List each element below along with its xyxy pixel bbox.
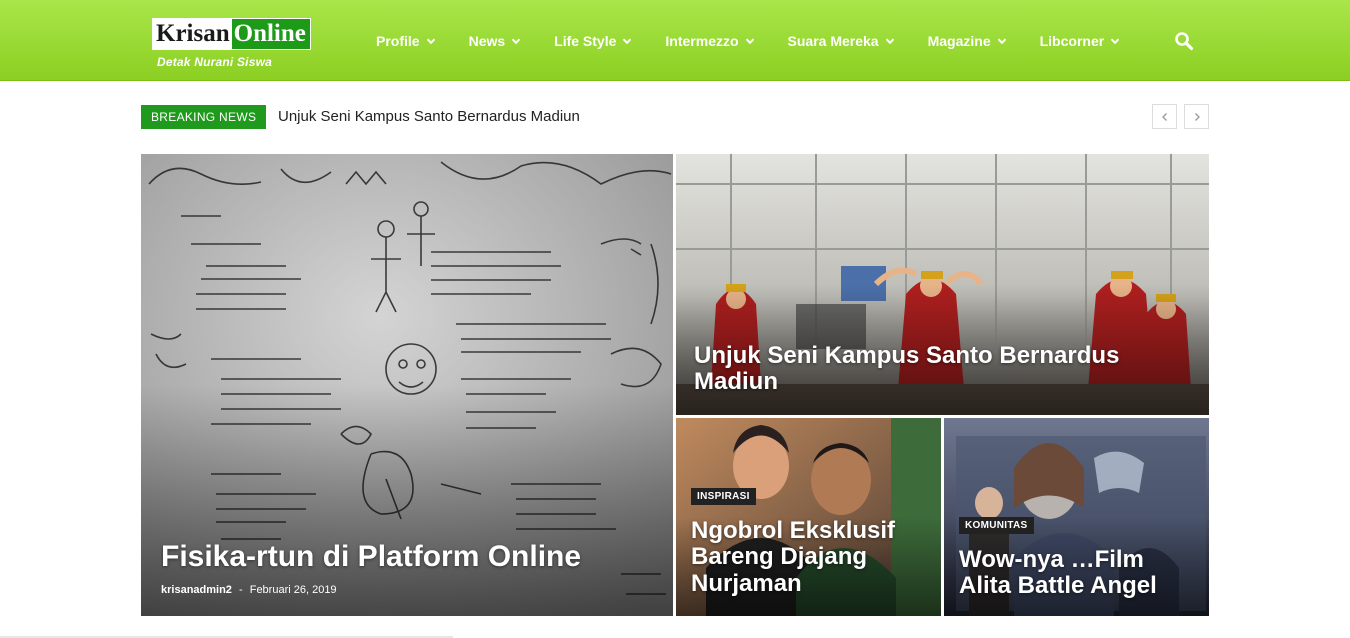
chevron-left-icon — [1161, 112, 1167, 121]
chevron-down-icon — [885, 38, 894, 44]
chevron-down-icon — [1110, 38, 1120, 44]
meta-separator: - — [238, 584, 243, 596]
breaking-news-badge: BREAKING NEWS — [141, 105, 267, 129]
nav-item-life-style[interactable]: Life Style — [554, 33, 632, 49]
chevron-down-icon — [745, 38, 754, 44]
logo-wordmark[interactable]: Krisan Online — [152, 18, 311, 50]
featured-top-right-post[interactable]: Unjuk Seni Kampus Santo Bernardus Madiun — [676, 154, 1209, 415]
nav-label: News — [468, 32, 506, 49]
nav-label: Libcorner — [1039, 32, 1105, 49]
featured-main-meta: krisanadmin2 - Februari 26, 2019 — [161, 584, 337, 596]
chevron-down-icon — [623, 38, 632, 44]
nav-item-suara-mereka[interactable]: Suara Mereka — [788, 33, 895, 49]
chevron-down-icon — [426, 38, 435, 44]
site-logo[interactable]: Krisan Online Detak Nurani Siswa — [152, 18, 311, 69]
category-badge-inspirasi[interactable]: INSPIRASI — [691, 488, 756, 505]
breaking-prev-button[interactable] — [1152, 104, 1177, 129]
nav-label: Suara Mereka — [787, 32, 879, 49]
nav-item-libcorner[interactable]: Libcorner — [1040, 33, 1121, 49]
logo-text-krisan: Krisan — [153, 19, 232, 49]
featured-bottom-left-post[interactable]: INSPIRASI Ngobrol Eksklusif Bareng Djaja… — [676, 418, 941, 616]
featured-bottom-right-post[interactable]: KOMUNITAS Wow-nya …Film Alita Battle Ang… — [944, 418, 1209, 616]
featured-bottom-right-title[interactable]: Wow-nya …Film Alita Battle Angel — [959, 546, 1199, 600]
chevron-right-icon — [1194, 112, 1200, 121]
breaking-news-headline[interactable]: Unjuk Seni Kampus Santo Bernardus Madiun — [278, 108, 580, 125]
post-author[interactable]: krisanadmin2 — [161, 584, 232, 596]
breaking-next-button[interactable] — [1184, 104, 1209, 129]
post-date: Februari 26, 2019 — [249, 584, 337, 596]
nav-item-magazine[interactable]: Magazine — [928, 33, 1007, 49]
nav-label: Life Style — [554, 32, 617, 49]
category-badge-komunitas[interactable]: KOMUNITAS — [959, 517, 1034, 534]
nav-item-intermezzo[interactable]: Intermezzo — [665, 33, 754, 49]
site-header: Krisan Online Detak Nurani Siswa Profile… — [0, 0, 1350, 81]
nav-item-news[interactable]: News — [469, 33, 522, 49]
nav-item-profile[interactable]: Profile — [376, 33, 436, 49]
nav-label: Profile — [376, 32, 420, 49]
featured-main-post[interactable]: Fisika-rtun di Platform Online krisanadm… — [141, 154, 673, 616]
logo-tagline: Detak Nurani Siswa — [157, 55, 272, 69]
featured-main-title[interactable]: Fisika-rtun di Platform Online — [161, 540, 581, 573]
featured-top-right-title[interactable]: Unjuk Seni Kampus Santo Bernardus Madiun — [694, 342, 1174, 396]
main-nav: Profile News Life Style Intermezzo Suara… — [376, 0, 1153, 81]
logo-text-online: Online — [231, 19, 310, 49]
chevron-down-icon — [511, 38, 521, 44]
featured-bottom-left-title[interactable]: Ngobrol Eksklusif Bareng Djajang Nurjama… — [691, 517, 911, 597]
nav-label: Intermezzo — [665, 32, 739, 49]
breaking-news-bar: BREAKING NEWS Unjuk Seni Kampus Santo Be… — [141, 104, 1209, 130]
search-icon[interactable] — [1174, 31, 1194, 51]
chevron-down-icon — [997, 38, 1006, 44]
nav-label: Magazine — [927, 32, 991, 49]
